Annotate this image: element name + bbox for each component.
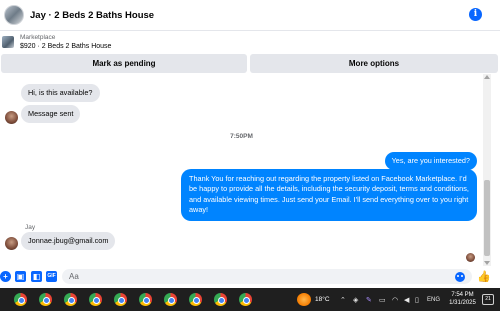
thumbs-up-icon[interactable]: 👍 <box>477 270 491 283</box>
shield-icon[interactable]: ◈ <box>353 296 358 304</box>
listing-actions: Mark as pending More options <box>0 54 500 74</box>
speaker-icon[interactable]: ◀ <box>404 296 409 304</box>
listing-avatar[interactable] <box>4 5 24 25</box>
chat-header: Jay · 2 Beds 2 Baths House i <box>0 0 500 31</box>
os-taskbar: 18°C ⌃ ◈ ✎ ▭ ◠ ◀ ▯ ENG 7:54 PM 1/31/2025… <box>0 288 500 311</box>
chrome-icon[interactable] <box>89 293 102 306</box>
message-input[interactable]: Aa <box>62 269 472 284</box>
conversation-scrollbar[interactable] <box>483 74 491 266</box>
emoji-icon[interactable] <box>455 272 465 282</box>
scrollbar-thumb[interactable] <box>484 180 490 256</box>
camera-icon[interactable]: ▣ <box>15 271 26 282</box>
chrome-icon[interactable] <box>214 293 227 306</box>
chrome-icon[interactable] <box>14 293 27 306</box>
chrome-icon[interactable] <box>239 293 252 306</box>
message-bubble: Hi, is this available? <box>21 84 100 103</box>
pen-icon[interactable]: ✎ <box>366 296 372 304</box>
message-bubble: Jonnae.jbug@gmail.com <box>21 232 116 251</box>
sender-avatar[interactable] <box>5 111 18 124</box>
notification-badge[interactable]: 21 <box>482 294 494 305</box>
chrome-icon[interactable] <box>164 293 177 306</box>
battery-icon[interactable]: ▯ <box>415 296 419 304</box>
chrome-icon[interactable] <box>114 293 127 306</box>
listing-thumbnail <box>2 36 14 48</box>
clock-date: 1/31/2025 <box>449 300 476 306</box>
language-indicator[interactable]: ENG <box>427 297 440 303</box>
message-composer: + ▣ ◧ GIF Aa 👍 <box>0 266 500 287</box>
more-options-button[interactable]: More options <box>250 54 498 73</box>
plus-icon[interactable]: + <box>0 271 11 282</box>
wifi-icon[interactable]: ◠ <box>392 296 398 304</box>
scroll-down-arrow-icon[interactable] <box>484 261 490 265</box>
message-timestamp: 7:50PM <box>230 133 253 140</box>
temperature[interactable]: 18°C <box>315 296 330 303</box>
chrome-icon[interactable] <box>39 293 52 306</box>
seen-receipt-avatar <box>466 253 475 262</box>
scroll-up-arrow-icon[interactable] <box>484 75 490 79</box>
message-bubble: Message sent <box>21 105 81 124</box>
message-bubble-outgoing: Yes, are you interested? <box>384 152 477 171</box>
conversation: Hi, is this available? Message sent 7:50… <box>0 74 483 266</box>
marketplace-listing[interactable]: Marketplace $920 · 2 Beds 2 Baths House <box>0 31 500 53</box>
marketplace-label: Marketplace <box>20 34 56 41</box>
sticker-icon[interactable]: ◧ <box>31 271 42 282</box>
info-icon[interactable]: i <box>469 8 482 21</box>
mark-as-pending-button[interactable]: Mark as pending <box>1 54 247 73</box>
sender-avatar[interactable] <box>5 237 18 250</box>
message-bubble-outgoing: Thank You for reaching out regarding the… <box>181 169 477 221</box>
clock-time: 7:54 PM <box>451 292 474 298</box>
chrome-icon[interactable] <box>189 293 202 306</box>
gif-icon[interactable]: GIF <box>46 271 57 282</box>
chrome-icon[interactable] <box>139 293 152 306</box>
chevron-up-icon[interactable]: ⌃ <box>340 296 346 304</box>
chrome-icon[interactable] <box>64 293 77 306</box>
listing-title: $920 · 2 Beds 2 Baths House <box>20 43 112 50</box>
weather-icon[interactable] <box>297 293 311 306</box>
display-icon[interactable]: ▭ <box>379 296 386 304</box>
chat-title[interactable]: Jay · 2 Beds 2 Baths House <box>30 10 154 21</box>
sender-name: Jay <box>25 224 36 231</box>
system-clock[interactable]: 7:54 PM 1/31/2025 <box>446 291 479 307</box>
